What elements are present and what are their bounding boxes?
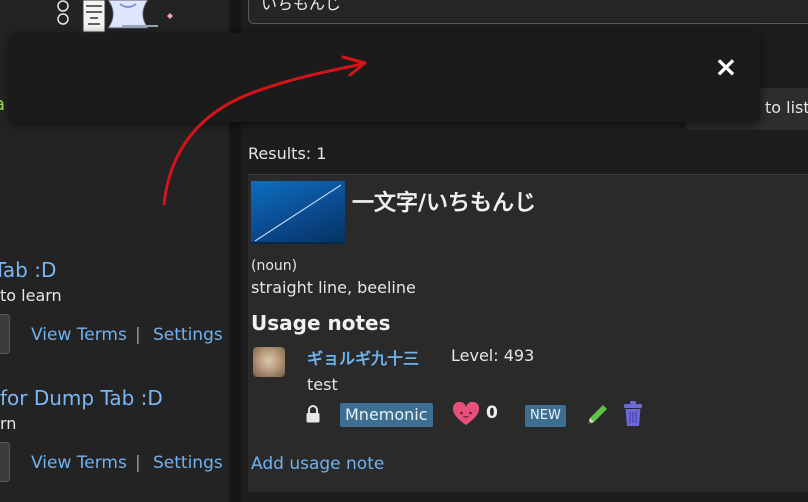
results-count: Results: 1 — [248, 144, 327, 163]
deck-button[interactable] — [0, 442, 10, 482]
result-card: 一文字/いちもんじ (noun) straight line, beeline … — [248, 174, 808, 492]
word-thumbnail — [251, 181, 345, 244]
trash-icon[interactable] — [622, 401, 644, 427]
word-meaning: straight line, beeline — [251, 278, 416, 297]
settings-link[interactable]: Settings — [153, 453, 223, 473]
view-terms-link[interactable]: View Terms — [31, 453, 127, 473]
close-icon[interactable]: × — [713, 53, 739, 81]
deck-title[interactable]: Tab :D — [0, 258, 56, 282]
lock-icon — [306, 405, 320, 423]
usage-notes-heading: Usage notes — [251, 311, 391, 335]
mascot-illustration — [50, 0, 190, 34]
note-text: test — [307, 375, 338, 394]
deck-title[interactable]: for Dump Tab :D — [0, 386, 163, 410]
partial-green-text: a — [0, 94, 5, 115]
likes-count: 0 — [486, 403, 498, 423]
word-title: 一文字/いちもんじ — [352, 191, 537, 216]
author-level: Level: 493 — [451, 346, 535, 365]
new-badge: NEW — [525, 405, 566, 427]
heart-icon[interactable] — [453, 402, 479, 426]
view-terms-link[interactable]: View Terms — [31, 325, 127, 345]
mnemonic-tag: Mnemonic — [340, 403, 433, 427]
toast-notification: × — [10, 33, 760, 122]
add-usage-note-link[interactable]: Add usage note — [251, 454, 384, 474]
link-separator: | — [135, 325, 141, 345]
search-input[interactable]: いちもんじ — [248, 0, 808, 24]
pencil-icon[interactable] — [584, 402, 610, 428]
avatar[interactable] — [253, 347, 285, 377]
deck-subtitle: to learn — [0, 286, 62, 305]
deck-button[interactable] — [0, 314, 10, 354]
settings-link[interactable]: Settings — [153, 325, 223, 345]
deck-subtitle: rn — [0, 414, 17, 433]
part-of-speech: (noun) — [251, 258, 298, 274]
note-author-link[interactable]: ギョルギ九十三 — [307, 345, 419, 369]
link-separator: | — [135, 453, 141, 473]
